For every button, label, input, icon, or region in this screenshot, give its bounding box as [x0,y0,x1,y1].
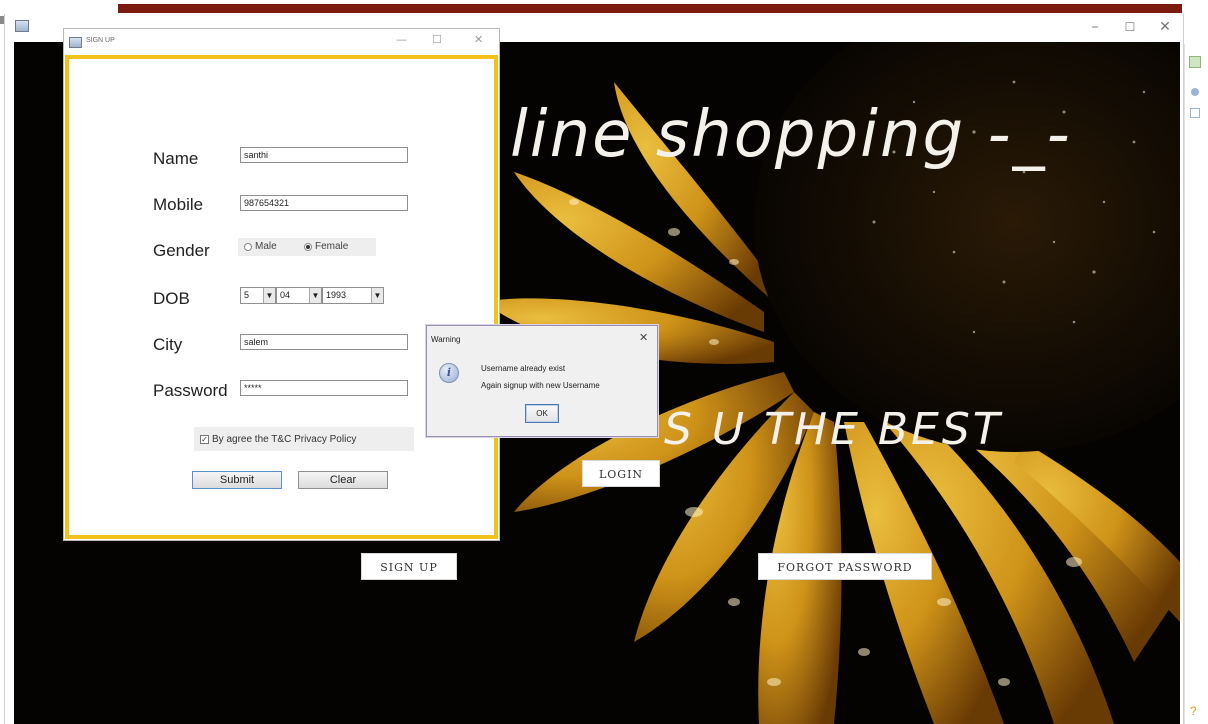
signup-dialog: SIGN UP — ☐ ✕ Name santhi Mobile 9876543… [63,28,500,541]
java-app-icon [15,20,29,32]
minimize-icon[interactable]: — [396,33,407,46]
dob-month-select[interactable]: 04 ▼ [276,287,322,304]
close-icon[interactable]: ✕ [1155,17,1175,37]
screenshot: – ☐ ✕ line shopping -_- S U THE BEST LOG… [0,0,1208,724]
password-field[interactable]: ***** [240,380,408,396]
radio-off-icon [244,242,252,251]
chevron-down-icon: ▼ [263,288,275,303]
gender-male-radio[interactable]: Male [244,241,277,252]
warning-title: Warning [431,335,461,344]
dot-icon[interactable] [1191,88,1199,96]
dob-label: DOB [153,289,190,308]
corner-glyph: ? [1190,704,1197,718]
chevron-down-icon: ▼ [309,288,321,303]
mobile-field[interactable]: 987654321 [240,195,408,211]
name-label: Name [153,149,199,168]
close-icon[interactable]: ✕ [474,33,483,46]
male-label: Male [255,241,277,252]
radio-on-icon [304,242,312,251]
info-icon: i [439,363,459,383]
sheet-icon[interactable] [1189,56,1201,68]
side-toolbar [1184,44,1204,724]
signup-button[interactable]: SIGN UP [361,553,457,580]
maximize-icon[interactable]: ☐ [432,33,442,46]
gender-label: Gender [153,241,210,260]
signup-titlebar[interactable]: SIGN UP — ☐ ✕ [64,29,499,55]
mobile-label: Mobile [153,195,204,214]
document-header-rule [118,4,1182,16]
ok-button[interactable]: OK [525,404,559,423]
warning-message-line1: Username already exist [481,364,566,373]
dob-year-value: 1993 [326,290,347,300]
minimize-icon[interactable]: – [1085,17,1105,37]
signup-dialog-title: SIGN UP [86,37,115,44]
name-field[interactable]: santhi [240,147,408,163]
gender-radio-group: Male Female [238,238,376,256]
maximize-icon[interactable]: ☐ [1120,17,1140,37]
square-icon[interactable] [1190,108,1200,118]
chevron-down-icon: ▼ [371,288,383,303]
dob-year-select[interactable]: 1993 ▼ [322,287,384,304]
agree-label: By agree the T&C Privacy Policy [212,433,357,445]
dob-month-value: 04 [280,290,291,300]
checkbox-checked-icon[interactable]: ✓ [200,434,209,444]
female-label: Female [315,241,349,252]
tagline: S U THE BEST [664,404,1003,455]
agree-checkbox-row[interactable]: ✓ By agree the T&C Privacy Policy [194,427,414,451]
submit-button[interactable]: Submit [192,471,282,489]
city-field[interactable]: salem [240,334,408,350]
app-title: line shopping -_- [510,98,1072,172]
password-label: Password [153,381,228,400]
gender-female-radio[interactable]: Female [304,241,348,252]
dob-day-select[interactable]: 5 ▼ [240,287,276,304]
java-app-icon [69,37,82,48]
close-icon[interactable]: ✕ [639,331,648,344]
warning-dialog: Warning ✕ i Username already exist Again… [426,325,658,437]
city-label: City [153,335,183,354]
warning-message-line2: Again signup with new Username [481,381,600,390]
dob-day-value: 5 [244,290,250,300]
clear-button[interactable]: Clear [298,471,388,489]
login-button[interactable]: LOGIN [582,460,660,487]
forgot-password-button[interactable]: FORGOT PASSWORD [758,553,932,580]
